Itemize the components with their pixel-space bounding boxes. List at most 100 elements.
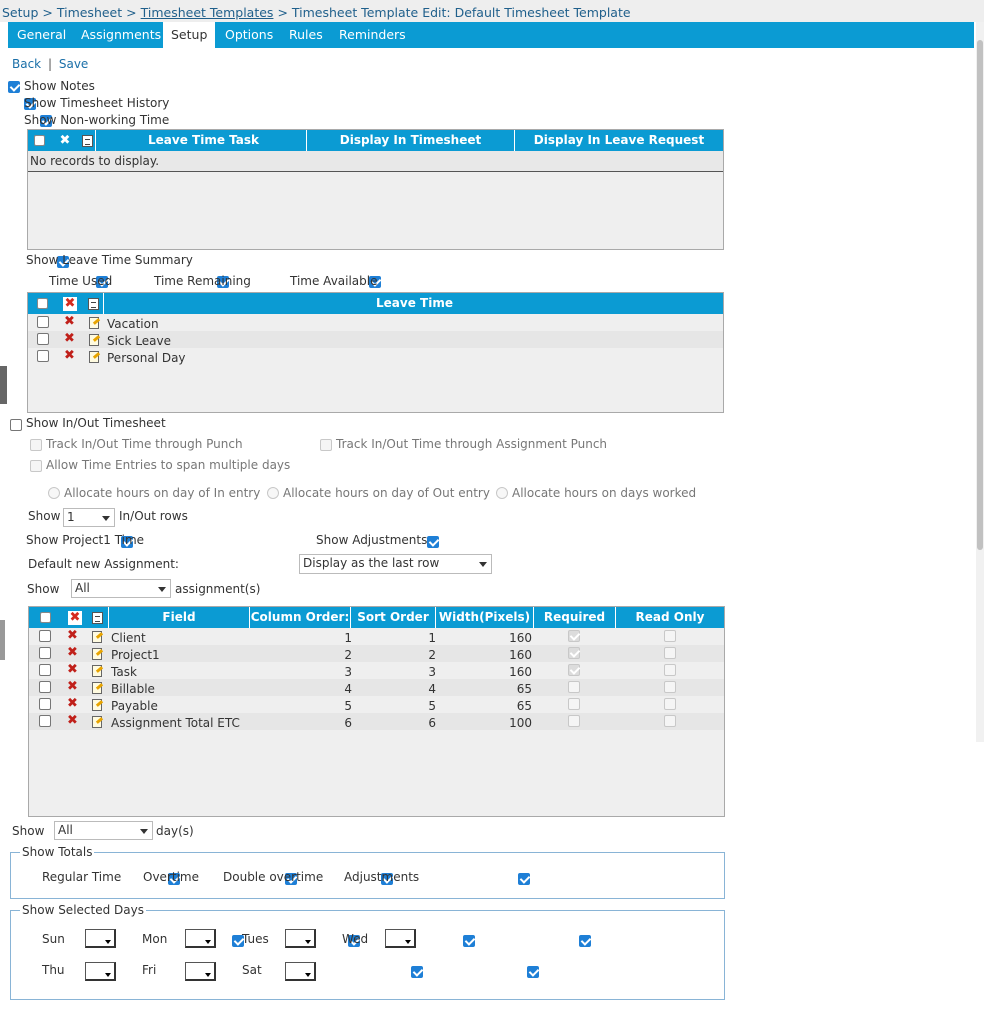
save-link[interactable]: Save (59, 57, 88, 71)
edit-icon[interactable] (88, 350, 100, 363)
tab-general[interactable]: General (9, 22, 74, 48)
tab-assignments[interactable]: Assignments (73, 22, 169, 48)
row-checkbox[interactable] (37, 350, 49, 362)
delete-icon[interactable]: ✖ (64, 315, 75, 328)
row-checkbox[interactable] (37, 316, 49, 328)
tab-reminders[interactable]: Reminders (331, 22, 414, 48)
read-only-checkbox[interactable] (664, 698, 676, 710)
day-fri-select[interactable] (185, 962, 216, 981)
column-chooser-icon[interactable] (92, 611, 103, 624)
tab-setup[interactable]: Setup (163, 22, 215, 48)
delete-icon[interactable]: ✖ (67, 646, 78, 659)
tab-rules[interactable]: Rules (281, 22, 331, 48)
table-row[interactable]: ✖ Client 1 1 160 (29, 628, 724, 645)
day-thu-select[interactable] (85, 962, 116, 981)
required-checkbox[interactable] (568, 681, 580, 693)
read-only-checkbox[interactable] (664, 647, 676, 659)
delete-icon[interactable]: ✖ (64, 332, 75, 345)
col-display-in-timesheet[interactable]: Display In Timesheet (307, 130, 515, 151)
select-all-checkbox[interactable] (36, 298, 48, 309)
table-row[interactable]: ✖ Task 3 3 160 (29, 662, 724, 679)
read-only-checkbox[interactable] (664, 681, 676, 693)
required-checkbox[interactable] (568, 664, 580, 676)
breadcrumb-timesheet[interactable]: Timesheet (57, 5, 122, 20)
edit-icon[interactable] (88, 316, 100, 329)
days-filter-select[interactable]: All (54, 821, 153, 840)
col-required[interactable]: Required (534, 607, 616, 628)
adjustments-total-checkbox[interactable] (517, 873, 530, 885)
required-checkbox[interactable] (568, 647, 580, 659)
col-leave-time-task[interactable]: Leave Time Task (101, 130, 307, 151)
col-width[interactable]: Width(Pixels) (436, 607, 534, 628)
day-wed-checkbox[interactable] (579, 935, 592, 947)
assignments-filter-select[interactable]: All (71, 579, 171, 598)
delete-icon[interactable]: ✖ (64, 349, 75, 362)
row-checkbox[interactable] (39, 698, 51, 710)
required-checkbox[interactable] (568, 630, 580, 642)
col-leave-time[interactable]: Leave Time (106, 293, 723, 314)
edit-icon[interactable] (91, 698, 103, 711)
read-only-checkbox[interactable] (664, 664, 676, 676)
delete-icon[interactable]: ✖ (63, 297, 77, 311)
list-item[interactable]: ✖ Personal Day (28, 348, 723, 365)
required-checkbox[interactable] (568, 698, 580, 710)
delete-icon[interactable]: ✖ (67, 714, 78, 727)
column-chooser-icon[interactable] (88, 297, 99, 310)
back-link[interactable]: Back (12, 57, 41, 71)
breadcrumb-templates-link[interactable]: Timesheet Templates (141, 5, 274, 20)
alloc-in-radio[interactable] (48, 487, 60, 499)
row-checkbox[interactable] (37, 333, 49, 345)
edit-icon[interactable] (91, 647, 103, 660)
show-adjustments-checkbox[interactable] (426, 536, 439, 548)
default-assignment-select[interactable]: Display as the last row (299, 554, 492, 574)
track-punch-checkbox[interactable] (30, 439, 42, 451)
show-inout-checkbox[interactable] (10, 419, 22, 431)
select-all-checkbox[interactable] (39, 612, 51, 623)
edit-icon[interactable] (91, 715, 103, 728)
col-column-order[interactable]: Column Order: (250, 607, 351, 628)
day-tues-select[interactable] (285, 929, 316, 948)
row-checkbox[interactable] (39, 681, 51, 693)
table-row[interactable]: ✖ Billable 4 4 65 (29, 679, 724, 696)
table-row[interactable]: ✖ Project1 2 2 160 (29, 645, 724, 662)
delete-icon[interactable]: ✖ (60, 133, 71, 148)
side-resize-handle[interactable] (0, 620, 5, 660)
col-sort-order[interactable]: Sort Order (351, 607, 436, 628)
edit-icon[interactable] (88, 333, 100, 346)
day-tues-checkbox[interactable] (463, 935, 476, 947)
alloc-worked-radio[interactable] (496, 487, 508, 499)
day-sat-checkbox[interactable] (526, 966, 539, 978)
read-only-checkbox[interactable] (664, 630, 676, 642)
list-item[interactable]: ✖ Vacation (28, 314, 723, 331)
row-checkbox[interactable] (39, 647, 51, 659)
col-display-in-leave-request[interactable]: Display In Leave Request (515, 130, 723, 151)
day-sat-select[interactable] (285, 962, 316, 981)
delete-icon[interactable]: ✖ (67, 697, 78, 710)
day-mon-select[interactable] (185, 929, 216, 948)
allow-span-checkbox[interactable] (30, 460, 42, 472)
delete-icon[interactable]: ✖ (67, 680, 78, 693)
side-collapse-handle[interactable] (0, 366, 7, 404)
col-field[interactable]: Field (109, 607, 250, 628)
inout-rows-select[interactable]: 1 (63, 508, 115, 527)
breadcrumb-setup[interactable]: Setup (2, 5, 38, 20)
edit-icon[interactable] (91, 630, 103, 643)
tab-options[interactable]: Options (217, 22, 281, 48)
delete-icon[interactable]: ✖ (67, 629, 78, 642)
day-fri-checkbox[interactable] (410, 966, 423, 978)
table-row[interactable]: ✖ Assignment Total ETC 6 6 100 (29, 713, 724, 730)
row-checkbox[interactable] (39, 664, 51, 676)
alloc-out-radio[interactable] (267, 487, 279, 499)
day-sun-select[interactable] (85, 929, 116, 948)
read-only-checkbox[interactable] (664, 715, 676, 727)
select-all-checkbox[interactable] (33, 135, 45, 146)
edit-icon[interactable] (91, 664, 103, 677)
delete-icon[interactable]: ✖ (67, 663, 78, 676)
column-chooser-icon[interactable] (82, 134, 93, 147)
list-item[interactable]: ✖ Sick Leave (28, 331, 723, 348)
track-assignment-checkbox[interactable] (320, 439, 332, 451)
show-notes-checkbox[interactable] (8, 81, 20, 93)
table-row[interactable]: ✖ Payable 5 5 65 (29, 696, 724, 713)
scrollbar-thumb[interactable] (977, 40, 983, 550)
day-wed-select[interactable] (385, 929, 416, 948)
